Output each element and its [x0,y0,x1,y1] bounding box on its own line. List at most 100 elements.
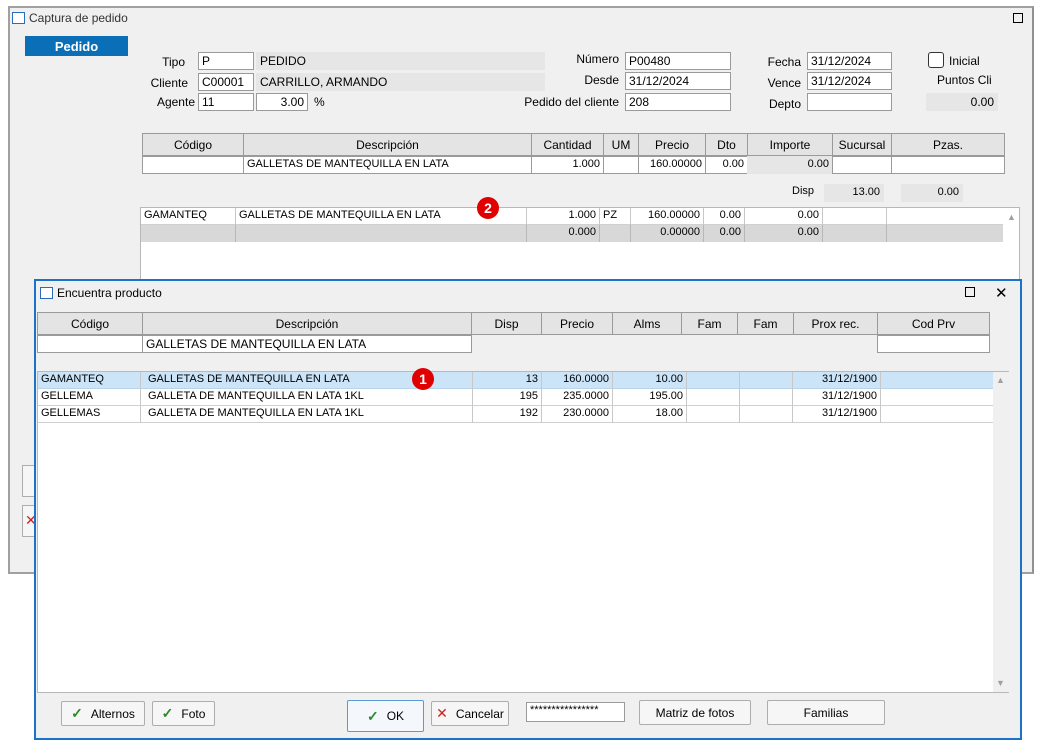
line-sucursal [823,225,887,242]
desde-field[interactable]: 31/12/2024 [625,72,731,90]
line-cantidad: 1.000 [527,208,600,225]
agente-code-field[interactable]: 11 [198,93,254,111]
numero-field[interactable]: P00480 [625,52,731,70]
inicial-checkbox[interactable] [928,52,944,68]
filter-descripcion-field[interactable]: GALLETAS DE MANTEQUILLA EN LATA [142,335,472,353]
puntos-field: 0.00 [926,93,998,111]
puntos-label: Puntos Cli [937,73,992,87]
line-um [600,225,631,242]
cancelar-label: Cancelar [455,706,504,721]
vence-label: Vence [767,76,801,90]
entry-precio-field[interactable]: 160.00000 [638,156,706,174]
col-header-pzas[interactable]: Pzas. [891,133,1005,156]
familias-button[interactable]: Familias [767,700,885,725]
filter-codigo-field[interactable] [37,335,143,353]
col-header-fam[interactable]: Fam [681,312,738,335]
tipo-name-field: PEDIDO [256,52,545,70]
col-header-codigo[interactable]: Código [142,133,244,156]
cell-descripcion: GALLETA DE MANTEQUILLA EN LATA 1KL [141,406,473,423]
disp-value-2: 0.00 [901,184,963,202]
scroll-up-icon[interactable]: ▲ [996,375,1005,385]
col-header-prox-rec[interactable]: Prox rec. [793,312,878,335]
col-header-codigo[interactable]: Código [37,312,143,335]
password-field[interactable]: **************** [526,702,625,722]
matriz-fotos-button[interactable]: Matriz de fotos [639,700,751,725]
cross-icon: ✕ [436,705,448,721]
table-row[interactable]: 0.000 0.00000 0.00 0.00 [141,225,1003,242]
cell-fam [687,372,740,389]
table-row[interactable]: GAMANTEQ GALLETAS DE MANTEQUILLA EN LATA… [38,372,993,389]
entry-importe-field: 0.00 [747,156,833,174]
col-header-sucursal[interactable]: Sucursal [832,133,892,156]
tipo-code-field[interactable]: P [198,52,254,70]
agente-pct-field[interactable]: 3.00 [256,93,308,111]
depto-field[interactable] [807,93,892,111]
table-row[interactable]: GAMANTEQ GALLETAS DE MANTEQUILLA EN LATA… [141,208,1003,225]
col-header-cod-prv[interactable]: Cod Prv [877,312,990,335]
col-header-um[interactable]: UM [603,133,639,156]
window-icon [12,12,25,24]
entry-um-field[interactable] [603,156,639,174]
cell-codigo: GELLEMA [38,389,141,406]
cell-prox-rec: 31/12/1900 [793,372,881,389]
col-header-precio[interactable]: Precio [638,133,706,156]
cell-disp: 195 [473,389,542,406]
check-icon: ✓ [71,705,83,721]
scroll-down-icon[interactable]: ▼ [996,678,1005,688]
col-header-cantidad[interactable]: Cantidad [531,133,604,156]
table-row[interactable]: GELLEMA GALLETA DE MANTEQUILLA EN LATA 1… [38,389,993,406]
pct-sign: % [314,95,325,109]
cancelar-button[interactable]: ✕ Cancelar [431,701,509,726]
entry-cantidad-field[interactable]: 1.000 [531,156,604,174]
ok-button[interactable]: ✓ OK [347,700,424,732]
table-row[interactable]: GELLEMAS GALLETA DE MANTEQUILLA EN LATA … [38,406,993,423]
cell-alms: 18.00 [613,406,687,423]
depto-label: Depto [768,97,801,111]
maximize-icon[interactable] [1013,13,1023,23]
col-header-importe[interactable]: Importe [747,133,833,156]
pedido-cliente-field[interactable]: 208 [625,93,731,111]
vence-field[interactable]: 31/12/2024 [807,72,892,90]
entry-pzas-field[interactable] [891,156,1005,174]
entry-descripcion-field[interactable]: GALLETAS DE MANTEQUILLA EN LATA [243,156,532,174]
line-importe: 0.00 [745,225,823,242]
cell-prox-rec: 31/12/1900 [793,406,881,423]
entry-sucursal-field[interactable] [832,156,892,174]
col-header-descripcion[interactable]: Descripción [243,133,532,156]
line-descripcion [236,225,527,242]
col-header-descripcion[interactable]: Descripción [142,312,472,335]
col-header-alms[interactable]: Alms [612,312,682,335]
cell-fam-2 [740,389,793,406]
agente-label: Agente [156,95,195,109]
check-icon: ✓ [366,707,379,724]
window-title: Captura de pedido [29,11,128,25]
line-pzas [887,208,1003,225]
alternos-button[interactable]: ✓ Alternos [61,701,145,726]
alternos-label: Alternos [90,706,135,721]
cliente-code-field[interactable]: C00001 [198,73,254,91]
line-precio: 0.00000 [631,225,704,242]
cell-disp: 13 [473,372,542,389]
scroll-up-icon[interactable]: ▲ [1007,212,1016,222]
col-header-disp[interactable]: Disp [471,312,542,335]
line-codigo: GAMANTEQ [141,208,236,225]
col-header-precio[interactable]: Precio [541,312,613,335]
entry-dto-field[interactable]: 0.00 [705,156,748,174]
cell-codigo: GAMANTEQ [38,372,141,389]
check-icon: ✓ [161,705,174,721]
col-header-fam-2[interactable]: Fam [737,312,794,335]
entry-codigo-field[interactable] [142,156,244,174]
cliente-label: Cliente [150,76,188,90]
pedido-button[interactable]: Pedido [25,36,128,56]
fecha-field[interactable]: 31/12/2024 [807,52,892,70]
line-um: PZ [600,208,631,225]
product-results-list[interactable]: GAMANTEQ GALLETAS DE MANTEQUILLA EN LATA… [37,371,1009,693]
foto-button[interactable]: ✓ Foto [152,701,215,726]
line-dto: 0.00 [704,208,745,225]
filter-cod-prv-field[interactable] [877,335,990,353]
vertical-scrollbar[interactable]: ▲ ▼ [993,372,1009,692]
close-icon[interactable]: ✕ [995,284,1008,302]
line-pzas [887,225,1003,242]
maximize-icon[interactable] [965,287,975,297]
col-header-dto[interactable]: Dto [705,133,748,156]
